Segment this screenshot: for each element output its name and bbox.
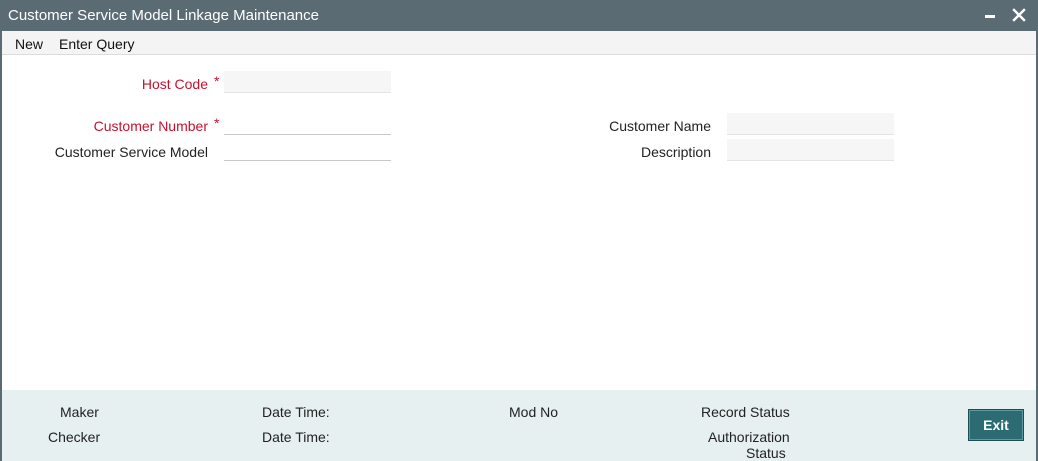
- host-code-label: Host Code: [141, 76, 208, 92]
- maker-label: Maker: [60, 404, 99, 420]
- customer-service-model-field[interactable]: [224, 139, 391, 161]
- host-code-required-mark: *: [214, 73, 220, 89]
- title-bar: Customer Service Model Linkage Maintenan…: [2, 0, 1036, 31]
- description-label: Description: [640, 144, 711, 160]
- checker-label: Checker: [48, 429, 101, 445]
- customer-number-required-mark: *: [214, 115, 220, 131]
- authorization-status-label-line1: Authorization: [708, 429, 790, 445]
- customer-number-label: Customer Number: [93, 118, 208, 134]
- customer-name-label: Customer Name: [609, 118, 711, 134]
- close-icon[interactable]: [1008, 4, 1030, 26]
- authorization-status-label-line2: Status: [746, 445, 786, 461]
- minimize-icon[interactable]: [980, 4, 1002, 26]
- host-code-field[interactable]: [224, 71, 391, 93]
- audit-footer: Maker Checker Date Time: Date Time: Mod …: [2, 390, 1036, 461]
- record-status-label: Record Status: [701, 404, 790, 420]
- window-title: Customer Service Model Linkage Maintenan…: [8, 7, 319, 24]
- checker-datetime-label: Date Time:: [262, 429, 330, 445]
- customer-name-field: [727, 113, 894, 135]
- mod-no-label: Mod No: [509, 404, 559, 420]
- exit-button[interactable]: Exit: [968, 409, 1024, 441]
- menu-bar: New Enter Query: [2, 31, 1036, 55]
- menu-new[interactable]: New: [15, 36, 43, 52]
- customer-number-field[interactable]: [224, 113, 391, 135]
- customer-service-model-label: Customer Service Model: [54, 144, 208, 160]
- menu-enter-query[interactable]: Enter Query: [59, 36, 134, 52]
- maker-datetime-label: Date Time:: [262, 404, 330, 420]
- maintenance-window: Customer Service Model Linkage Maintenan…: [0, 0, 1038, 461]
- description-field: [727, 139, 894, 161]
